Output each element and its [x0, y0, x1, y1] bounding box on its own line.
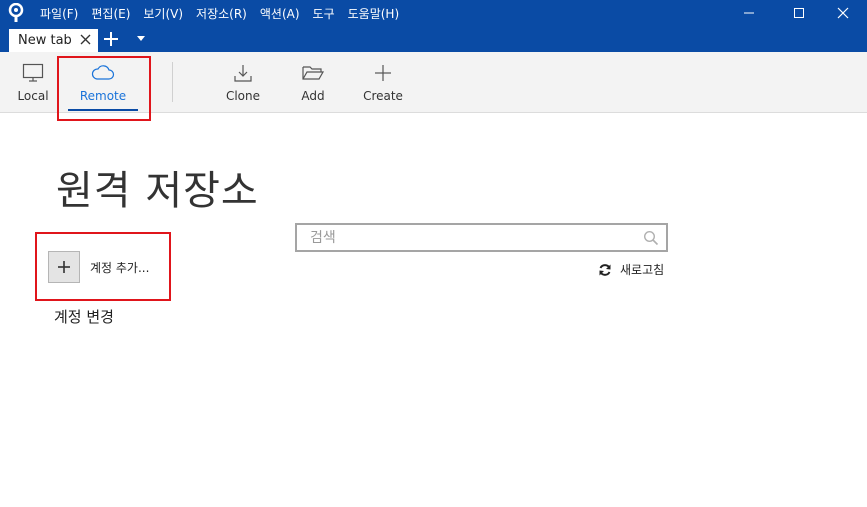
- folder-open-icon: [302, 66, 325, 80]
- add-account-plus[interactable]: [48, 251, 80, 283]
- monitor-icon: [22, 63, 44, 82]
- search-box: [295, 223, 668, 252]
- toolbar-separator: [172, 62, 173, 102]
- refresh-label: 새로고침: [620, 263, 665, 277]
- switch-account-link[interactable]: 계정 변경: [54, 306, 114, 327]
- plus-icon: [375, 65, 391, 81]
- tab-strip: New tab: [0, 26, 867, 52]
- minimize-icon: [744, 12, 754, 14]
- local-label: Local: [17, 89, 49, 103]
- local-button[interactable]: Local: [14, 52, 52, 112]
- menu-help[interactable]: 도움말(H): [348, 5, 400, 22]
- tab-dropdown-arrow-icon[interactable]: [137, 36, 145, 41]
- sourcetree-logo-icon: [8, 3, 24, 22]
- add-account-button[interactable]: 계정 추가...: [48, 251, 149, 283]
- clone-button[interactable]: Clone: [224, 52, 262, 112]
- search-icon[interactable]: [643, 230, 659, 246]
- minimize-button[interactable]: [726, 0, 772, 26]
- new-tab-plus-icon[interactable]: [102, 30, 120, 48]
- menu-repository[interactable]: 저장소(R): [196, 5, 247, 22]
- clone-label: Clone: [225, 89, 261, 103]
- refresh-icon: [599, 263, 611, 276]
- close-window-button[interactable]: [820, 0, 866, 26]
- page-title: 원격 저장소: [56, 168, 259, 214]
- add-account-label[interactable]: 계정 추가...: [90, 259, 149, 276]
- create-label: Create: [363, 89, 403, 103]
- title-bar: 파일(F) 편집(E) 보기(V) 저장소(R) 액션(A) 도구 도움말(H): [0, 0, 867, 26]
- highlight-box-remote: [57, 56, 151, 121]
- maximize-button[interactable]: [776, 0, 822, 26]
- tab-new-tab[interactable]: New tab: [9, 29, 98, 52]
- menu-bar: 파일(F) 편집(E) 보기(V) 저장소(R) 액션(A) 도구 도움말(H): [40, 0, 412, 26]
- refresh-button[interactable]: 새로고침: [598, 261, 664, 278]
- maximize-icon: [794, 8, 804, 18]
- download-icon: [234, 65, 252, 82]
- plus-icon: [58, 261, 70, 273]
- menu-file[interactable]: 파일(F): [40, 5, 78, 22]
- menu-tools[interactable]: 도구: [313, 5, 335, 22]
- tab-close-icon[interactable]: [79, 33, 92, 46]
- menu-view[interactable]: 보기(V): [143, 5, 183, 22]
- search-input[interactable]: [297, 225, 627, 250]
- create-button[interactable]: Create: [363, 52, 403, 112]
- close-icon: [837, 7, 849, 19]
- tab-label: New tab: [18, 33, 72, 48]
- add-button[interactable]: Add: [298, 52, 328, 112]
- menu-edit[interactable]: 편집(E): [91, 5, 130, 22]
- menu-actions[interactable]: 액션(A): [260, 5, 300, 22]
- add-label: Add: [301, 89, 325, 103]
